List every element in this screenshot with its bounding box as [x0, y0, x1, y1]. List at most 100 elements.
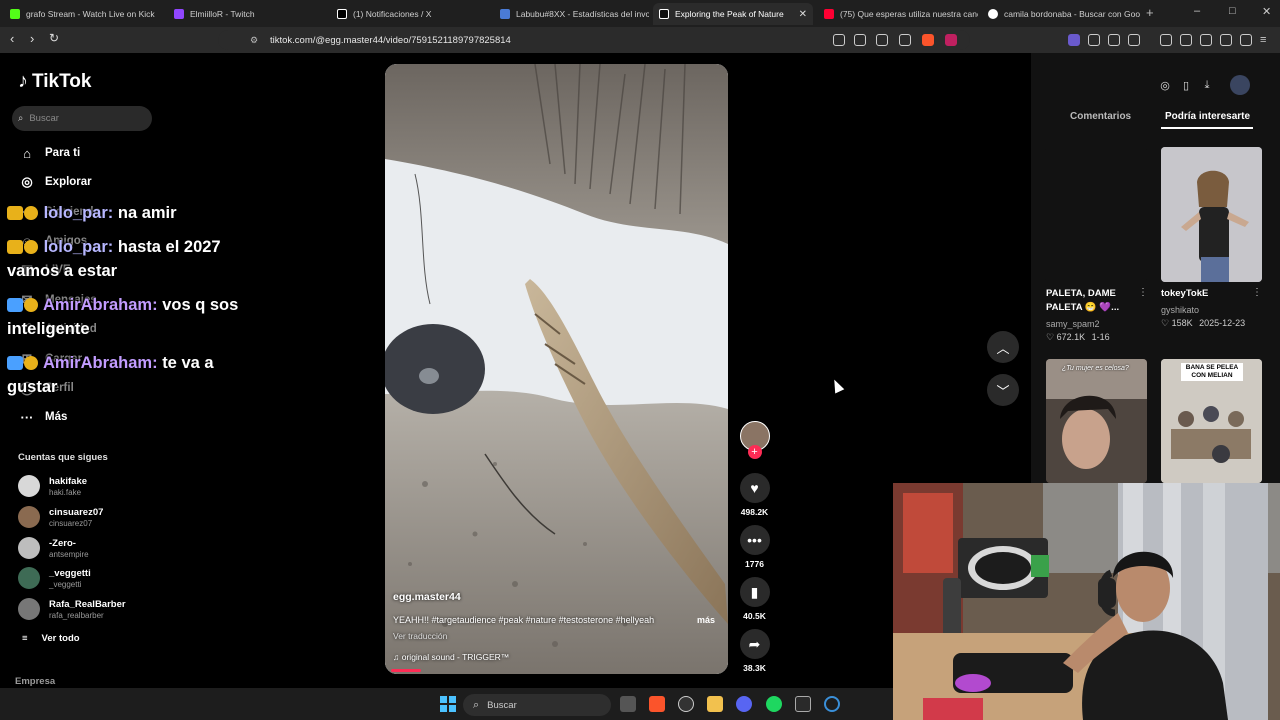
following-item[interactable]: _veggetti _veggetti [18, 567, 91, 589]
translate-icon[interactable] [854, 34, 866, 46]
tiktok-logo[interactable]: ♪ TikTok [18, 70, 91, 93]
suggested-user[interactable]: gyshikato [1161, 305, 1199, 315]
tab-twitch[interactable]: ElmiilloR - Twitch [168, 3, 328, 25]
taskbar-search-input[interactable]: ⌕ Buscar [463, 694, 611, 716]
video-progress-bar[interactable] [391, 669, 421, 672]
suggested-thumbnail[interactable] [1045, 147, 1147, 282]
forward-icon[interactable]: › [30, 31, 34, 46]
vpn-icon[interactable] [1088, 34, 1100, 46]
tab-tiktok-active[interactable]: Exploring the Peak of Nature ✕ [653, 3, 813, 25]
share-button[interactable]: ➦ 38.3K [738, 629, 771, 673]
media-icon[interactable] [1160, 34, 1172, 46]
file-explorer-icon[interactable] [707, 696, 723, 712]
minimize-button[interactable]: – [1194, 5, 1200, 17]
puzzle-icon[interactable] [1108, 34, 1120, 46]
video-author[interactable]: egg.master44 [393, 591, 461, 603]
tab-labubu[interactable]: Labubu#8XX - Estadísticas del invoca [494, 3, 649, 25]
close-tab-icon[interactable]: ✕ [799, 9, 807, 20]
previous-video-button[interactable]: ︿ [987, 331, 1019, 363]
back-icon[interactable]: ‹ [10, 31, 14, 46]
nav-mas[interactable]: ··· Más [18, 408, 68, 426]
caption-more-link[interactable]: más [697, 615, 715, 625]
reload-icon[interactable]: ↻ [49, 31, 59, 45]
suggested-title[interactable]: tokeyTokE [1161, 287, 1208, 301]
author-avatar-button[interactable]: + [738, 421, 771, 459]
search-icon: ⌕ [473, 698, 480, 711]
spotify-icon[interactable] [766, 696, 782, 712]
heart-icon: ♥ [739, 473, 770, 503]
ai-icon[interactable] [1220, 34, 1232, 46]
save-button[interactable]: ▮ 40.5K [738, 577, 771, 621]
chat-message: lolo_par: hasta el 2027 vamos a estar [7, 235, 257, 283]
tab-x[interactable]: (1) Notificaciones / X [331, 3, 491, 25]
suggested-thumbnail[interactable] [1161, 147, 1262, 282]
compass-icon[interactable]: ◎ [1157, 77, 1173, 93]
task-view-icon[interactable] [620, 696, 636, 712]
search-input[interactable]: ⌕ Buscar [12, 106, 152, 131]
brave-icon[interactable] [649, 696, 665, 712]
more-options-icon[interactable]: ⋮ [1138, 287, 1148, 298]
tab-comentarios[interactable]: Comentarios [1070, 111, 1131, 122]
site-info-icon[interactable]: ⚙ [250, 35, 258, 46]
stats-icon [500, 9, 510, 19]
new-tab-button[interactable]: + [1146, 5, 1154, 20]
translation-link[interactable]: Ver traducción [393, 631, 447, 641]
download-icon[interactable]: ⤓ [1199, 77, 1215, 93]
suggested-thumbnail[interactable]: ¿Tu mujer es celosa? [1046, 359, 1147, 483]
youtube-icon [824, 9, 834, 19]
maximize-button[interactable]: □ [1229, 5, 1236, 17]
see-all-button[interactable]: ≡ Ver todo [22, 633, 80, 644]
more-options-icon[interactable]: ⋮ [1252, 287, 1262, 298]
share-icon[interactable] [899, 34, 911, 46]
tab-podria-interesarte[interactable]: Podría interesarte [1165, 111, 1250, 122]
avatar[interactable] [1230, 75, 1250, 95]
follow-plus-icon[interactable]: + [747, 445, 762, 459]
search-icon: ⌕ [18, 113, 24, 124]
sound-link[interactable]: ♫ original sound - TRIGGER™ [393, 652, 509, 662]
save-count: 40.5K [743, 611, 766, 621]
account-handle: haki.fake [49, 487, 82, 497]
comment-count: 1776 [745, 559, 764, 569]
suggested-stats: ♡ 158K 2025-12-23 [1161, 318, 1245, 329]
suggested-user[interactable]: samy_spam2 [1046, 319, 1100, 329]
following-item[interactable]: -Zero-antsempire [18, 537, 89, 559]
like-button[interactable]: ♥ 498.2K [738, 473, 771, 517]
rewards-icon[interactable] [945, 34, 957, 46]
account-name: cinsuarez07 [49, 506, 104, 518]
extension-icon[interactable] [833, 34, 845, 46]
tab-kick[interactable]: grafo Stream - Watch Live on Kick [4, 3, 162, 25]
nav-explorar[interactable]: ◎ Explorar [18, 173, 91, 191]
logo-text: TikTok [32, 70, 92, 92]
sidebar-icon[interactable] [1180, 34, 1192, 46]
leo-icon[interactable] [1068, 34, 1080, 46]
suggested-thumbnail[interactable]: BANA SE PELEA CON MELIAN [1161, 359, 1262, 483]
video-player[interactable] [385, 64, 728, 674]
menu-icon[interactable]: ≡ [1260, 34, 1272, 46]
following-item[interactable]: hakifake haki.fake [18, 475, 87, 497]
following-item[interactable]: Rafa_RealBarber rafa_realbarber [18, 598, 126, 620]
tab-youtube[interactable]: (75) Que esperas utiliza nuestra canc [818, 3, 978, 25]
footer-link[interactable]: Empresa [15, 676, 55, 687]
windows-start-icon[interactable] [440, 696, 456, 712]
tab-google[interactable]: camila bordonaba - Buscar con Goo [982, 3, 1142, 25]
shield-icon[interactable] [1240, 34, 1252, 46]
cast-icon[interactable] [876, 34, 888, 46]
close-window-button[interactable]: ✕ [1262, 5, 1271, 18]
comment-button[interactable]: ••• 1776 [738, 525, 771, 569]
nav-para-ti[interactable]: ⌂ Para ti [18, 144, 80, 162]
following-item[interactable]: cinsuarez07 cinsuarez07 [18, 506, 103, 528]
brave-shield-icon[interactable] [922, 34, 934, 46]
app-icon[interactable] [824, 696, 840, 712]
tab-label: Exploring the Peak of Nature [675, 9, 784, 19]
device-icon[interactable]: ▯ [1178, 77, 1194, 93]
app-icon[interactable] [795, 696, 811, 712]
extensions-menu-icon[interactable] [1128, 34, 1140, 46]
video-frame [385, 64, 728, 674]
obs-icon[interactable] [678, 696, 694, 712]
search-placeholder: Buscar [487, 699, 517, 711]
see-all-label: Ver todo [41, 633, 80, 644]
next-video-button[interactable]: ﹀ [987, 374, 1019, 406]
suggested-title[interactable]: PALETA, DAME PALETA 😁 💜... [1046, 287, 1136, 315]
wallet-icon[interactable] [1200, 34, 1212, 46]
discord-icon[interactable] [736, 696, 752, 712]
